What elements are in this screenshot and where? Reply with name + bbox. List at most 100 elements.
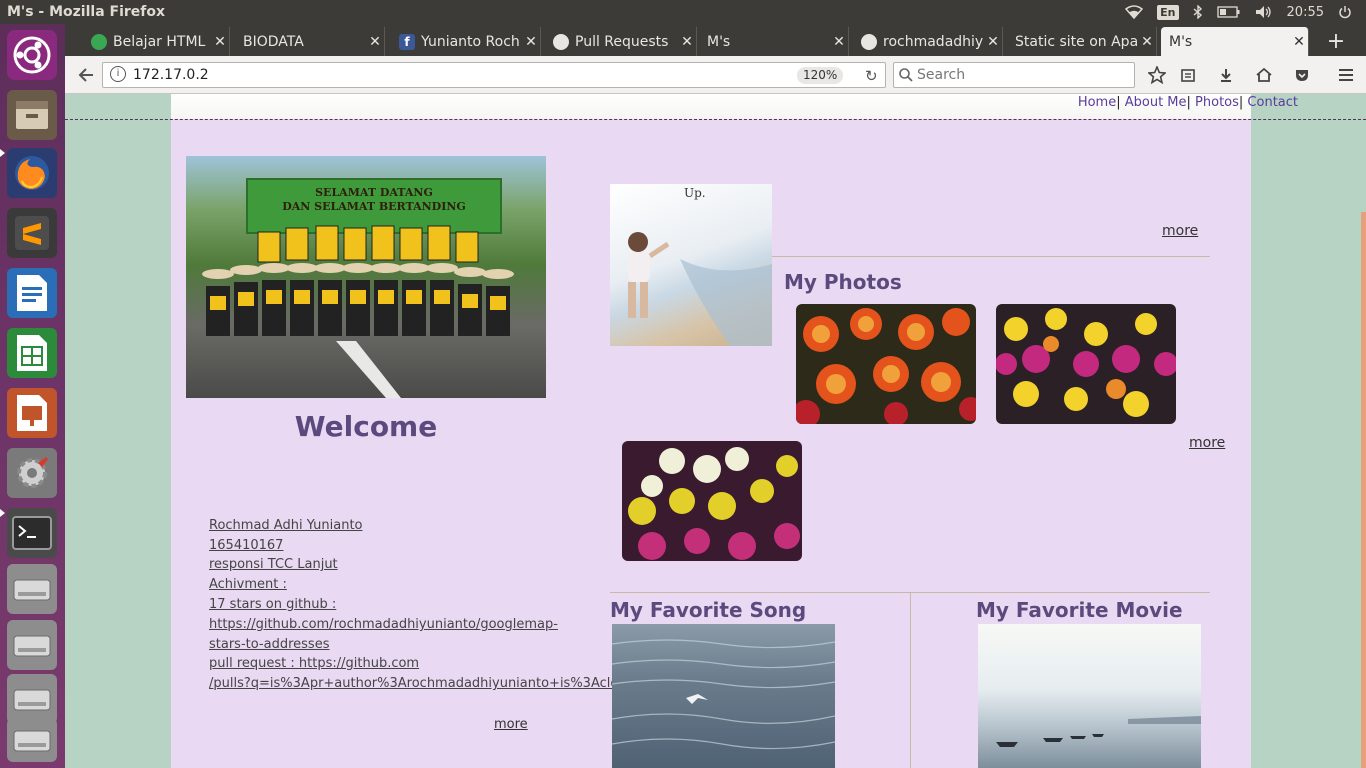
favorite-movie-heading: My Favorite Movie [976, 598, 1183, 622]
github-icon [553, 33, 569, 50]
top-panel: M's - Mozilla Firefox En 20:55 [0, 0, 1366, 24]
drive-icon[interactable] [7, 620, 57, 670]
new-tab-button[interactable]: + [1321, 27, 1351, 56]
more-profile-link[interactable]: more [494, 717, 528, 732]
keyboard-layout-indicator[interactable]: En [1157, 4, 1179, 20]
flower-photo-2[interactable] [996, 304, 1176, 424]
tab-label: Static site on Apa [1015, 33, 1138, 50]
clock[interactable]: 20:55 [1287, 5, 1324, 20]
system-tray: En 20:55 [1125, 0, 1366, 24]
tab-ms[interactable]: M's ✕ [699, 27, 849, 56]
close-icon[interactable]: ✕ [211, 34, 229, 50]
battery-icon[interactable] [1216, 6, 1241, 18]
libreoffice-writer-icon[interactable] [7, 268, 57, 318]
polaroid-photo: Up. [610, 184, 772, 346]
tab-yunianto[interactable]: f Yunianto Roch ✕ [391, 27, 541, 56]
tab-label: Yunianto Roch [421, 33, 520, 50]
zoom-indicator[interactable]: 120% [797, 67, 844, 84]
bookmark-star-icon[interactable] [1144, 63, 1170, 87]
terminal-icon[interactable] [7, 508, 57, 558]
profile-name-link[interactable]: Rochmad Adhi Yunianto [209, 518, 363, 533]
libreoffice-calc-icon[interactable] [7, 328, 57, 378]
window-title: M's - Mozilla Firefox [7, 4, 166, 20]
close-icon[interactable]: ✕ [522, 34, 540, 50]
power-icon[interactable] [1338, 5, 1352, 19]
nav-link-home[interactable]: Home [1078, 95, 1116, 110]
tab-label: Pull Requests [575, 33, 669, 50]
url-text[interactable]: 172.17.0.2 [133, 67, 209, 83]
tab-belajar-html[interactable]: Belajar HTML ( ✕ [83, 27, 230, 56]
favorite-song-heading: My Favorite Song [610, 598, 807, 622]
files-icon[interactable] [7, 90, 57, 140]
facebook-icon: f [399, 33, 415, 50]
profile-nim-link[interactable]: 165410167 [209, 538, 283, 553]
reading-list-icon[interactable] [1175, 63, 1201, 87]
drive-icon[interactable] [7, 674, 57, 724]
download-icon[interactable] [1213, 63, 1239, 87]
close-icon[interactable]: ✕ [678, 34, 696, 50]
close-icon[interactable]: ✕ [984, 34, 1002, 50]
profile-achievement-link[interactable]: Achivment : [209, 577, 287, 592]
github-repo-link-cont[interactable]: stars-to-addresses [209, 637, 329, 652]
tab-label: M's [1169, 33, 1193, 50]
site-navigation: Home| About Me| Photos| Contact [1077, 95, 1298, 110]
close-icon[interactable]: ✕ [366, 34, 384, 50]
page-scrollbar[interactable] [1361, 212, 1366, 768]
close-icon[interactable]: ✕ [1290, 34, 1308, 50]
keyboard-layout-label: En [1157, 4, 1179, 20]
pull-request-link[interactable]: pull request : https://github.com [209, 656, 419, 671]
url-bar[interactable]: i 172.17.0.2 120% ↻ [102, 62, 886, 88]
divider [772, 256, 1210, 257]
tab-label: Belajar HTML ( [113, 33, 211, 50]
tab-bar: Belajar HTML ( ✕ BIODATA ✕ f Yunianto Ro… [65, 24, 1366, 56]
search-bar[interactable]: Search [893, 62, 1135, 88]
column-divider [910, 592, 911, 768]
nav-link-about[interactable]: About Me [1125, 95, 1187, 110]
nav-link-photos[interactable]: Photos [1195, 95, 1239, 110]
tab-ms-active[interactable]: M's ✕ [1161, 27, 1309, 56]
more-top-link[interactable]: more [1162, 223, 1198, 239]
info-icon[interactable]: i [110, 66, 126, 82]
drive-icon[interactable] [7, 564, 57, 614]
bluetooth-icon[interactable] [1193, 5, 1203, 19]
my-photos-heading: My Photos [784, 270, 902, 294]
system-settings-icon[interactable] [7, 448, 57, 498]
close-icon[interactable]: ✕ [1138, 34, 1156, 50]
github-repo-link[interactable]: https://github.com/rochmadadhiyunianto/g… [209, 617, 558, 632]
profile-course-link[interactable]: responsi TCC Lanjut [209, 557, 338, 572]
flower-photo-1[interactable] [796, 304, 976, 424]
home-icon[interactable] [1251, 63, 1277, 87]
flower-photo-3[interactable] [622, 441, 802, 561]
pocket-icon[interactable] [1289, 63, 1315, 87]
web-page: Home| About Me| Photos| Contact SELAMAT … [65, 94, 1366, 768]
pull-request-link-cont[interactable]: /pulls?q=is%3Apr+author%3Arochmadadhiyun… [209, 676, 641, 691]
firefox-icon[interactable] [7, 148, 57, 198]
header-divider [65, 119, 1366, 120]
sublime-text-icon[interactable] [7, 208, 57, 258]
volume-icon[interactable] [1255, 5, 1273, 19]
welcome-heading: Welcome [294, 410, 438, 443]
tab-static-site[interactable]: Static site on Apa ✕ [1007, 27, 1157, 56]
navigation-toolbar: i 172.17.0.2 120% ↻ Search [65, 56, 1366, 94]
tab-biodata[interactable]: BIODATA ✕ [235, 27, 385, 56]
profile-stars-link[interactable]: 17 stars on github : [209, 597, 336, 612]
tab-rochmadadhiy[interactable]: rochmadadhiy ✕ [853, 27, 1003, 56]
close-icon[interactable]: ✕ [830, 34, 848, 50]
drive-icon[interactable] [7, 718, 57, 762]
tab-pull-requests[interactable]: Pull Requests ✕ [545, 27, 697, 56]
back-button[interactable] [73, 63, 99, 87]
libreoffice-impress-icon[interactable] [7, 388, 57, 438]
reload-icon[interactable]: ↻ [865, 67, 878, 85]
menu-icon[interactable] [1333, 63, 1359, 87]
search-input[interactable]: Search [917, 67, 965, 83]
globe-icon [91, 33, 107, 50]
unity-launcher [0, 24, 65, 768]
movie-photo[interactable] [978, 624, 1201, 768]
terminal-running-indicator [0, 509, 5, 517]
nav-link-contact[interactable]: Contact [1247, 95, 1298, 110]
wifi-icon[interactable] [1125, 5, 1144, 19]
tab-label: rochmadadhiy [883, 33, 984, 50]
ubuntu-dash-icon[interactable] [7, 30, 57, 80]
more-photos-link[interactable]: more [1189, 435, 1225, 451]
song-photo[interactable] [612, 624, 835, 768]
